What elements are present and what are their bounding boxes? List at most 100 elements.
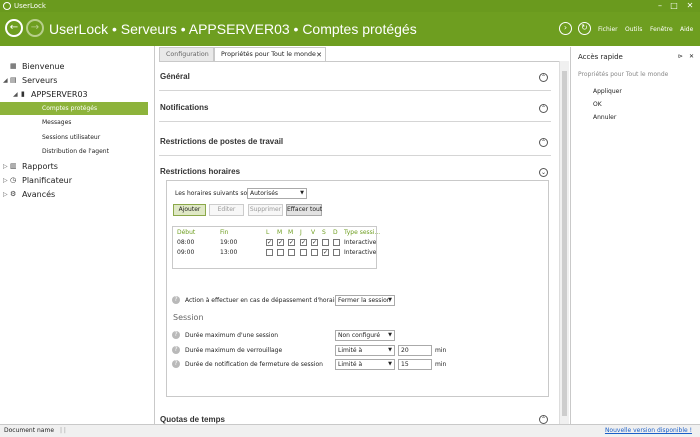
clock-icon: ◷ (10, 176, 17, 184)
day-checkbox[interactable]: ✓ (300, 239, 307, 246)
properties-pane: Général ⌃ Notifications ⌃ Restrictions d… (159, 61, 559, 424)
help-question-icon[interactable]: ? (172, 296, 180, 304)
day-checkbox[interactable] (266, 249, 273, 256)
nav-item-sessions-utilisateur[interactable]: Sessions utilisateur (0, 131, 148, 144)
section-restrictions-horaires[interactable]: Restrictions horaires (160, 167, 240, 176)
effacer-tout-button[interactable]: Effacer tout (286, 204, 322, 216)
nav-label: Messages (42, 119, 72, 126)
day-checkbox[interactable] (300, 249, 307, 256)
collapse-up-icon[interactable]: ⌃ (539, 415, 548, 424)
duree-max-select[interactable]: Non configuré ▼ (335, 330, 395, 341)
gear-icon: ⚙ (10, 190, 17, 198)
quick-access-subtitle: Propriétés pour Tout le monde (578, 71, 669, 78)
menu-aide[interactable]: Aide (680, 26, 693, 33)
day-checkbox[interactable]: ✓ (311, 239, 318, 246)
ok-link[interactable]: OK (593, 101, 602, 108)
nav-label: Distribution de l'agent (42, 148, 109, 155)
close-panel-icon[interactable]: ✕ (689, 53, 694, 60)
section-restrictions-postes[interactable]: Restrictions de postes de travail (160, 137, 283, 146)
editer-button[interactable]: Editer (209, 204, 244, 216)
tab-configuration[interactable]: Configuration (159, 47, 214, 61)
nav-item-planificateur[interactable]: ▷ ◷ Planificateur (0, 174, 148, 187)
nav-label: Sessions utilisateur (42, 134, 101, 141)
close-tab-icon[interactable]: ✕ (316, 48, 322, 62)
refresh-icon[interactable]: ↻ (578, 22, 591, 35)
day-checkbox[interactable] (322, 239, 329, 246)
tab-proprietes[interactable]: Propriétés pour Tout le monde ✕ (214, 47, 326, 61)
select-value: Non configuré (338, 332, 381, 339)
notif-mode-select[interactable]: Limité à ▼ (335, 359, 395, 370)
scrollbar-thumb[interactable] (562, 71, 567, 416)
close-window-button[interactable]: ✕ (684, 0, 696, 12)
unit-label: min (435, 347, 447, 354)
notif-minutes-input[interactable]: 15 (398, 359, 432, 370)
schedule-table[interactable]: Début Fin L M M J V S D Type sessi... 08… (172, 226, 380, 269)
section-notifications[interactable]: Notifications (160, 103, 208, 112)
vertical-scrollbar[interactable] (559, 61, 569, 424)
forward-arrow-icon[interactable]: → (26, 19, 44, 37)
supprimer-button[interactable]: Supprimer (248, 204, 283, 216)
menu-fichier[interactable]: Fichier (598, 26, 618, 33)
collapse-up-icon[interactable]: ⌃ (539, 138, 548, 147)
expand-down-icon[interactable]: ⌄ (539, 168, 548, 177)
day-checkbox[interactable] (311, 249, 318, 256)
expanded-arrow-icon[interactable]: ◢ (13, 88, 18, 101)
cell-type: Interactive (344, 249, 377, 256)
nav-item-appserver03[interactable]: ◢ ▮ APPSERVER03 (0, 88, 148, 101)
day-checkbox[interactable] (277, 249, 284, 256)
menu-outils[interactable]: Outils (625, 26, 642, 33)
new-version-link[interactable]: Nouvelle version disponible ! (605, 425, 692, 437)
collapsed-arrow-icon[interactable]: ▷ (3, 160, 8, 173)
collapsed-arrow-icon[interactable]: ▷ (3, 188, 8, 201)
nav-item-comptes-proteges[interactable]: Comptes protégés (0, 102, 148, 115)
day-checkbox[interactable] (333, 239, 340, 246)
section-quotas[interactable]: Quotas de temps (160, 415, 225, 424)
day-checkbox[interactable]: ✓ (288, 239, 295, 246)
servers-icon: ▤ (10, 76, 17, 84)
nav-item-distribution-agent[interactable]: Distribution de l'agent (0, 145, 148, 158)
nav-item-serveurs[interactable]: ◢ ▤ Serveurs (0, 74, 148, 87)
collapse-up-icon[interactable]: ⌃ (539, 73, 548, 82)
action-select[interactable]: Fermer la session ▼ (335, 295, 395, 306)
day-checkbox[interactable] (288, 249, 295, 256)
horaires-mode-select[interactable]: Autorisés ▼ (247, 188, 307, 199)
appliquer-link[interactable]: Appliquer (593, 88, 622, 95)
nav-item-messages[interactable]: Messages (0, 116, 148, 129)
menu-fenetre[interactable]: Fenêtre (650, 26, 673, 33)
dropdown-caret-icon: ▼ (300, 190, 304, 196)
verrou-mode-select[interactable]: Limité à ▼ (335, 345, 395, 356)
back-arrow-icon[interactable]: ← (5, 19, 23, 37)
status-bar: Document name | | Nouvelle version dispo… (0, 424, 700, 437)
day-checkbox[interactable] (333, 249, 340, 256)
maximize-button[interactable]: □ (668, 0, 680, 12)
help-chevron-icon[interactable]: › (559, 22, 572, 35)
nav-item-bienvenue[interactable]: ▦ Bienvenue (0, 60, 148, 73)
col-jeudi: J (300, 229, 302, 236)
day-checkbox[interactable]: ✓ (322, 249, 329, 256)
expanded-arrow-icon[interactable]: ◢ (3, 74, 8, 87)
horaires-label: Les horaires suivants sont (175, 190, 254, 197)
select-value: Limité à (338, 361, 363, 368)
col-dimanche: D (333, 229, 338, 236)
help-question-icon[interactable]: ? (172, 360, 180, 368)
day-checkbox[interactable]: ✓ (266, 239, 273, 246)
select-value: Limité à (338, 347, 363, 354)
help-question-icon[interactable]: ? (172, 346, 180, 354)
nav-item-avances[interactable]: ▷ ⚙ Avancés (0, 188, 148, 201)
dropdown-caret-icon: ▼ (388, 361, 392, 367)
header-bar: ← → UserLock • Serveurs • APPSERVER03 • … (0, 12, 700, 46)
ajouter-button[interactable]: Ajouter (173, 204, 206, 216)
pin-icon[interactable]: ⊳ (678, 53, 683, 60)
verrou-label: Durée maximum de verrouillage (185, 347, 283, 354)
help-question-icon[interactable]: ? (172, 331, 180, 339)
annuler-link[interactable]: Annuler (593, 114, 616, 121)
collapsed-arrow-icon[interactable]: ▷ (3, 174, 8, 187)
nav-item-rapports[interactable]: ▷ ▥ Rapports (0, 160, 148, 173)
collapse-up-icon[interactable]: ⌃ (539, 104, 548, 113)
section-general[interactable]: Général (160, 72, 190, 81)
day-checkbox[interactable]: ✓ (277, 239, 284, 246)
minimize-button[interactable]: – (654, 0, 666, 12)
quick-access-title: Accès rapide (578, 53, 623, 61)
tab-label: Configuration (166, 51, 209, 58)
verrou-minutes-input[interactable]: 20 (398, 345, 432, 356)
